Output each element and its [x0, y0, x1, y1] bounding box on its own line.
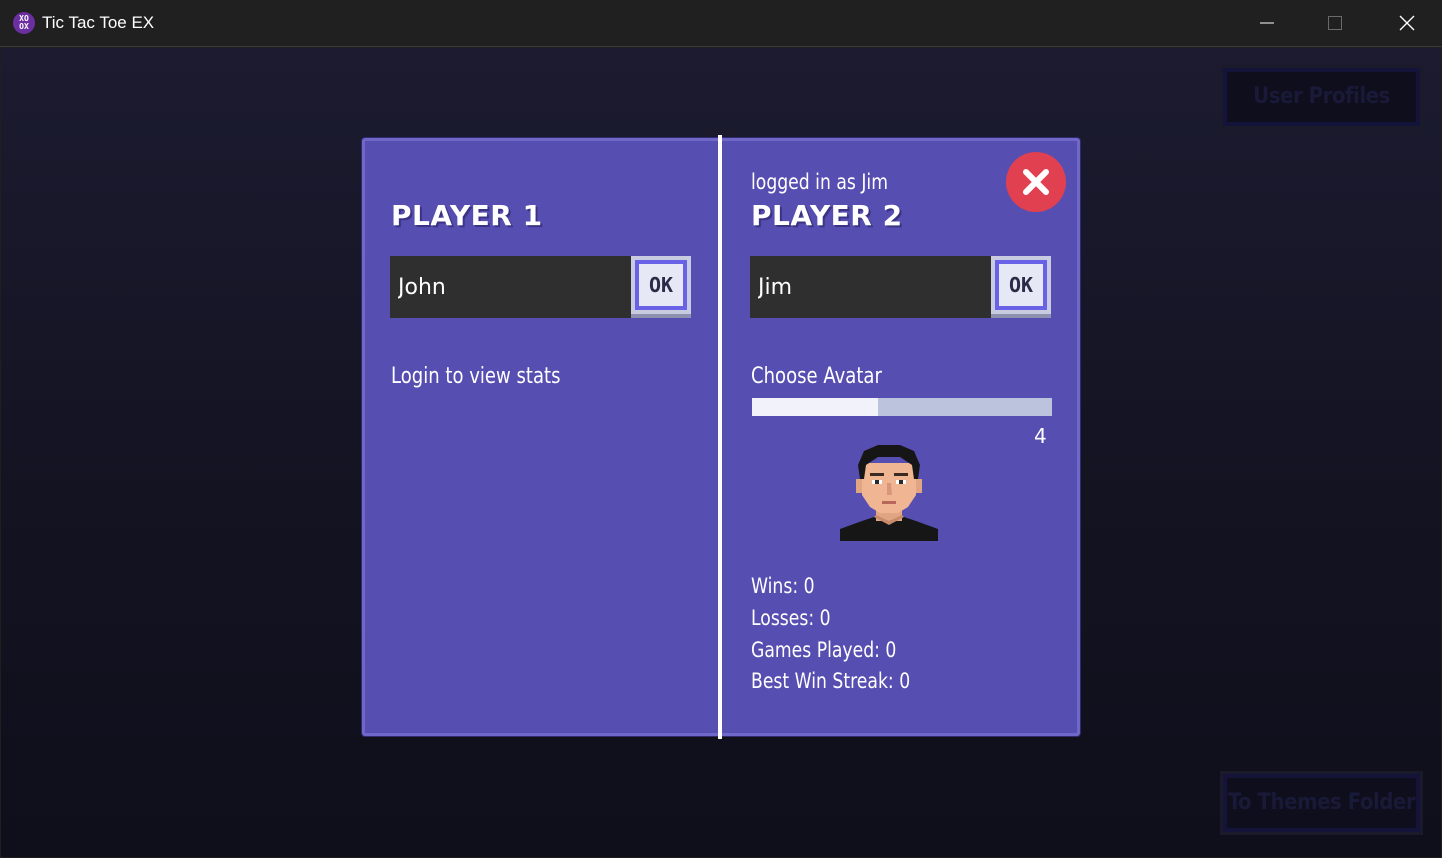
x-circle-icon: [1023, 169, 1049, 195]
stat-best-win-streak: Best Win Streak: 0: [751, 669, 911, 693]
maximize-button[interactable]: [1300, 0, 1370, 46]
logged-in-status: logged in as Jim: [751, 170, 888, 194]
dialog-close-button[interactable]: [1006, 152, 1066, 212]
panel-divider: [718, 135, 722, 739]
window-close-button[interactable]: [1372, 0, 1442, 46]
stat-wins: Wins: 0: [751, 574, 815, 598]
themes-folder-button[interactable]: To Themes Folder: [1220, 771, 1423, 835]
player1-name-input[interactable]: [390, 256, 632, 318]
stat-losses: Losses: 0: [751, 606, 831, 630]
player2-name-input[interactable]: [750, 256, 992, 318]
window-title: Tic Tac Toe EX: [42, 13, 155, 32]
minimize-button[interactable]: [1232, 0, 1302, 46]
avatar-portrait-icon: [840, 445, 938, 541]
window-titlebar: XO OX Tic Tac Toe EX: [0, 0, 1442, 47]
minimize-icon: [1260, 22, 1274, 24]
maximize-icon: [1328, 16, 1342, 30]
choose-avatar-label: Choose Avatar: [751, 364, 882, 389]
avatar-slider-fill[interactable]: [752, 398, 878, 416]
player1-ok-label: OK: [635, 260, 687, 310]
app-logo-icon: XO OX: [13, 12, 35, 34]
player2-ok-button[interactable]: OK: [991, 256, 1051, 318]
player1-heading: PLAYER 1: [391, 199, 543, 232]
avatar-slider[interactable]: [752, 398, 1052, 416]
close-icon: [1399, 15, 1415, 31]
avatar-index-label: 4: [1034, 424, 1047, 448]
player2-ok-label: OK: [995, 260, 1047, 310]
stat-games-played: Games Played: 0: [751, 638, 897, 662]
player2-heading: PLAYER 2: [751, 199, 903, 232]
user-profiles-button[interactable]: User Profiles: [1220, 65, 1423, 129]
player1-ok-button[interactable]: OK: [631, 256, 691, 318]
player1-stats-prompt: Login to view stats: [391, 364, 561, 389]
